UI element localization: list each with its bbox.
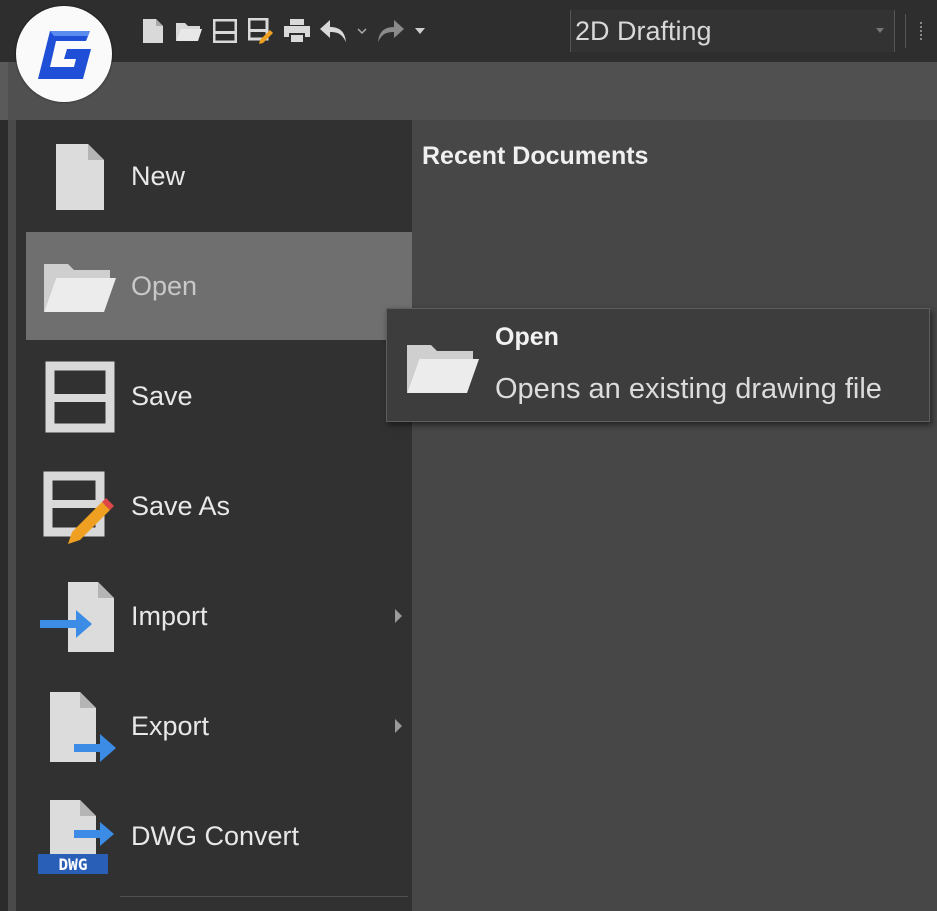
menu-item-label: Save As — [131, 490, 231, 521]
redo-dropdown-icon[interactable] — [414, 18, 426, 44]
undo-dropdown-icon[interactable] — [356, 18, 368, 44]
title-bar: 2D Drafting — [0, 0, 937, 62]
svg-text:DWG: DWG — [59, 855, 88, 874]
menu-item-import[interactable]: Import — [26, 562, 416, 670]
save-icon — [38, 356, 118, 436]
export-icon — [38, 686, 118, 766]
submenu-arrow-icon — [395, 719, 402, 733]
menu-item-export[interactable]: Export — [26, 672, 416, 780]
undo-icon[interactable] — [320, 18, 346, 44]
app-logo-icon — [38, 31, 91, 79]
menu-item-save-as[interactable]: Save As — [26, 452, 416, 560]
app-logo-button[interactable] — [16, 6, 112, 102]
menu-item-dwg-convert[interactable]: DWG DWG Convert — [26, 782, 416, 890]
open-folder-icon — [38, 246, 118, 326]
ribbon-strip — [0, 62, 937, 120]
toolbar-separator — [905, 14, 906, 48]
save-as-icon — [38, 466, 118, 546]
chevron-down-icon — [876, 28, 884, 33]
new-file-icon[interactable] — [140, 18, 166, 44]
menu-item-new[interactable]: New — [26, 122, 416, 230]
recent-documents-title: Recent Documents — [422, 142, 649, 170]
menu-item-label: DWG Convert — [131, 820, 300, 851]
print-icon[interactable] — [284, 18, 310, 44]
open-tooltip: Open Opens an existing drawing file — [386, 308, 930, 422]
save-icon[interactable] — [212, 18, 238, 44]
menu-item-label: New — [131, 160, 186, 191]
tooltip-title: Open — [495, 323, 559, 351]
toolbar-overflow-handle[interactable] — [920, 22, 926, 40]
open-folder-icon[interactable] — [176, 18, 202, 44]
menu-item-open[interactable]: Open — [26, 232, 416, 340]
redo-icon[interactable] — [378, 18, 404, 44]
submenu-arrow-icon — [395, 609, 402, 623]
new-file-icon — [38, 136, 118, 216]
quick-access-toolbar — [140, 8, 426, 54]
menu-divider — [120, 896, 408, 897]
dwg-convert-icon: DWG — [38, 796, 118, 876]
application-menu: New Open Save Save As Import Export DWG … — [8, 120, 416, 911]
workspace-label: 2D Drafting — [575, 15, 712, 46]
menu-item-label: Save — [131, 380, 193, 411]
menu-item-label: Open — [131, 270, 198, 301]
recent-documents-panel — [412, 120, 937, 911]
menu-item-save[interactable]: Save — [26, 342, 416, 450]
save-as-icon[interactable] — [248, 18, 274, 44]
workspace-selector[interactable]: 2D Drafting — [570, 10, 895, 52]
open-folder-icon — [401, 327, 481, 407]
menu-item-label: Export — [131, 710, 210, 741]
tooltip-description: Opens an existing drawing file — [495, 373, 882, 405]
import-icon — [38, 576, 118, 656]
menu-item-label: Import — [131, 600, 208, 631]
